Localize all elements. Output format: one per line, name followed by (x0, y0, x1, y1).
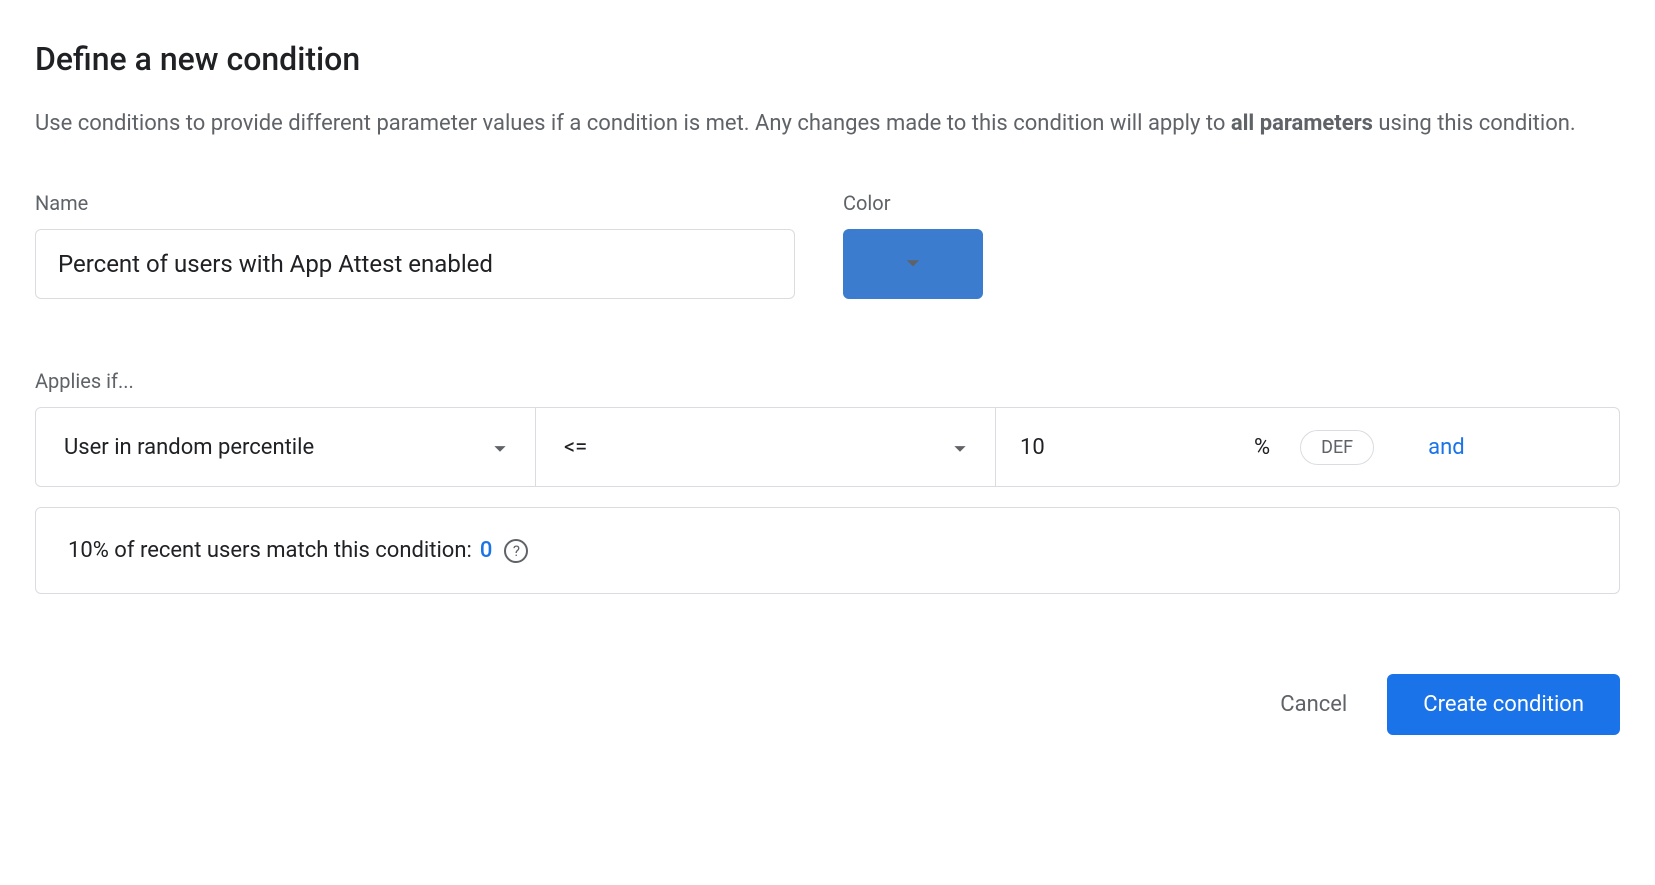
description-suffix: using this condition. (1373, 111, 1576, 136)
condition-type-value: User in random percentile (64, 435, 314, 460)
description-bold: all parameters (1231, 111, 1373, 136)
description-prefix: Use conditions to provide different para… (35, 111, 1231, 136)
actions-row: Cancel Create condition (35, 674, 1620, 735)
and-link[interactable]: and (1428, 435, 1465, 460)
operator-value: <= (564, 435, 587, 460)
create-condition-button[interactable]: Create condition (1387, 674, 1620, 735)
page-title: Define a new condition (35, 40, 1620, 78)
color-label: Color (843, 191, 983, 215)
seed-chip[interactable]: DEF (1300, 430, 1374, 465)
fields-row: Name Color (35, 191, 1620, 299)
cancel-button[interactable]: Cancel (1280, 692, 1347, 717)
chevron-down-icon (905, 257, 921, 272)
condition-type-select[interactable]: User in random percentile (36, 408, 536, 486)
help-icon[interactable]: ? (504, 539, 528, 563)
chevron-down-icon (953, 435, 967, 460)
description-text: Use conditions to provide different para… (35, 106, 1620, 141)
name-field-group: Name (35, 191, 795, 299)
operator-select[interactable]: <= (536, 408, 996, 486)
name-label: Name (35, 191, 795, 215)
match-count: 0 (480, 538, 493, 563)
applies-label: Applies if... (35, 369, 1620, 393)
applies-section: Applies if... User in random percentile … (35, 369, 1620, 594)
name-input[interactable] (35, 229, 795, 299)
percentile-value-input[interactable] (1020, 435, 1240, 460)
color-field-group: Color (843, 191, 983, 299)
percent-sign: % (1254, 435, 1270, 460)
match-info: 10% of recent users match this condition… (35, 507, 1620, 594)
match-text: 10% of recent users match this condition… (68, 538, 472, 563)
value-section: % DEF and (996, 430, 1619, 465)
chevron-down-icon (493, 435, 507, 460)
condition-row: User in random percentile <= % DEF and (35, 407, 1620, 487)
color-picker-button[interactable] (843, 229, 983, 299)
